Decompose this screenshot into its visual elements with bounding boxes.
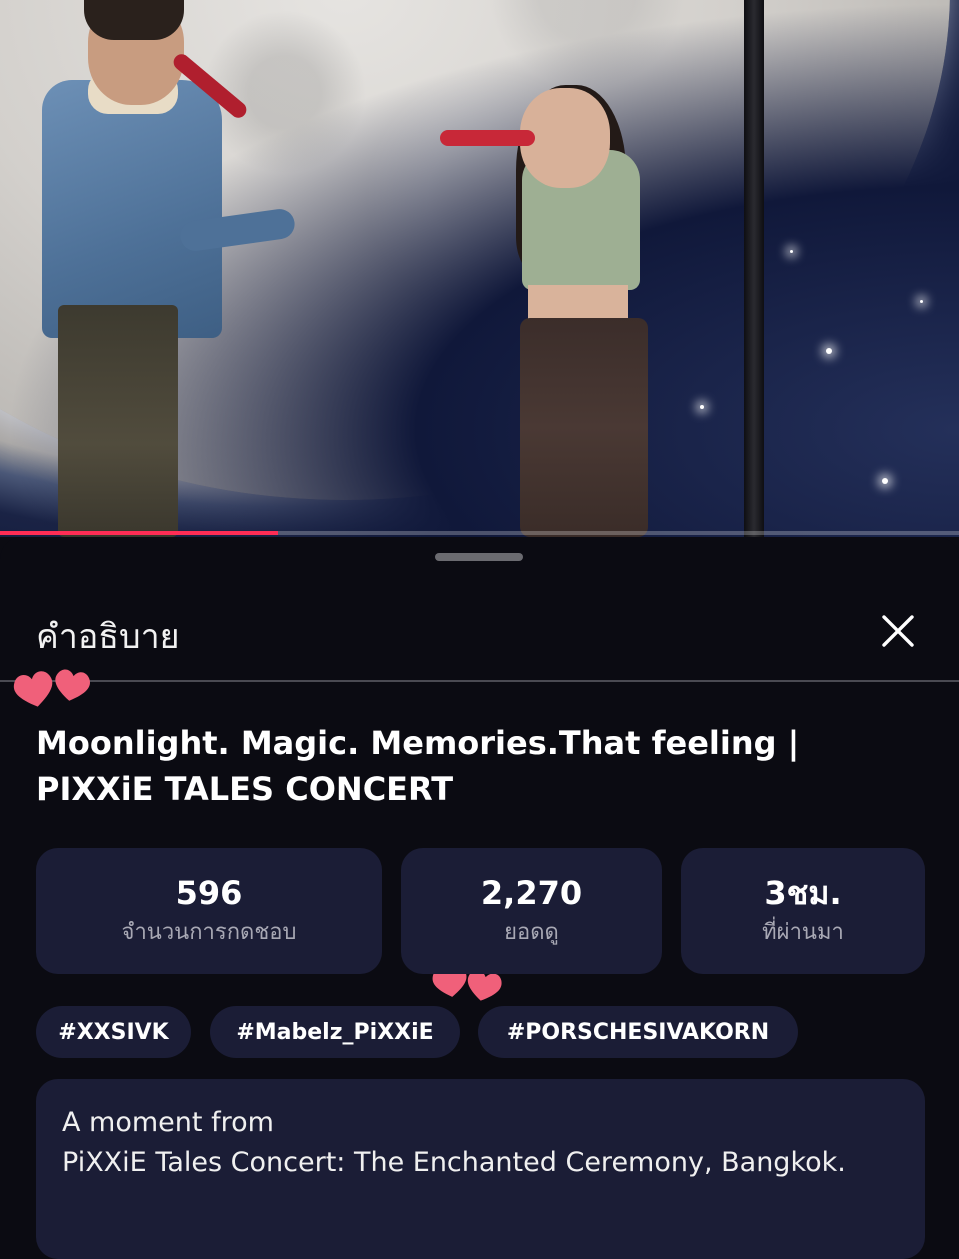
- performer-female-pants: [520, 318, 648, 537]
- video-progress-fill: [0, 531, 279, 535]
- stat-posted-time: 3ชม. ที่ผ่านมา: [681, 848, 925, 974]
- hearts-sticker-icon: [13, 669, 90, 707]
- star: [920, 300, 923, 303]
- hashtag-chip[interactable]: #XXSIVK: [36, 1006, 191, 1058]
- close-icon: [882, 615, 914, 647]
- description-sheet: คำอธิบาย Moonlight. Magic. Memories.That…: [0, 537, 959, 1259]
- hashtag-chip[interactable]: #Mabelz_PiXXiE: [210, 1006, 460, 1058]
- stat-views: 2,270 ยอดดู: [401, 848, 662, 974]
- performer-male-hair: [84, 0, 184, 40]
- stage-pole: [744, 0, 764, 537]
- stat-likes: 596 จำนวนการกดชอบ: [36, 848, 382, 974]
- star: [790, 250, 793, 253]
- performer-male-pants: [58, 305, 178, 537]
- video-progress-bar[interactable]: [0, 531, 959, 535]
- video-player[interactable]: [0, 0, 959, 537]
- stat-likes-value: 596: [175, 874, 243, 912]
- divider: [0, 680, 959, 682]
- star: [700, 405, 704, 409]
- stat-time-value: 3ชม.: [764, 874, 842, 912]
- sheet-drag-handle[interactable]: [435, 553, 523, 561]
- close-button[interactable]: [872, 605, 924, 657]
- stat-views-value: 2,270: [480, 874, 583, 912]
- star: [826, 348, 832, 354]
- description-card: A moment from PiXXiE Tales Concert: The …: [36, 1079, 925, 1259]
- stat-time-label: ที่ผ่านมา: [762, 920, 844, 945]
- description-line: PiXXiE Tales Concert: The Enchanted Cere…: [62, 1147, 846, 1178]
- stat-views-label: ยอดดู: [504, 920, 559, 945]
- hashtag-chip[interactable]: #PORSCHESIVAKORN: [478, 1006, 798, 1058]
- microphone: [440, 130, 535, 146]
- stat-likes-label: จำนวนการกดชอบ: [121, 920, 297, 945]
- performer-male: [42, 80, 222, 338]
- description-line: A moment from: [62, 1107, 274, 1138]
- video-title: Moonlight. Magic. Memories.That feeling …: [36, 724, 800, 808]
- star: [882, 478, 888, 484]
- sheet-title: คำอธิบาย: [36, 617, 180, 657]
